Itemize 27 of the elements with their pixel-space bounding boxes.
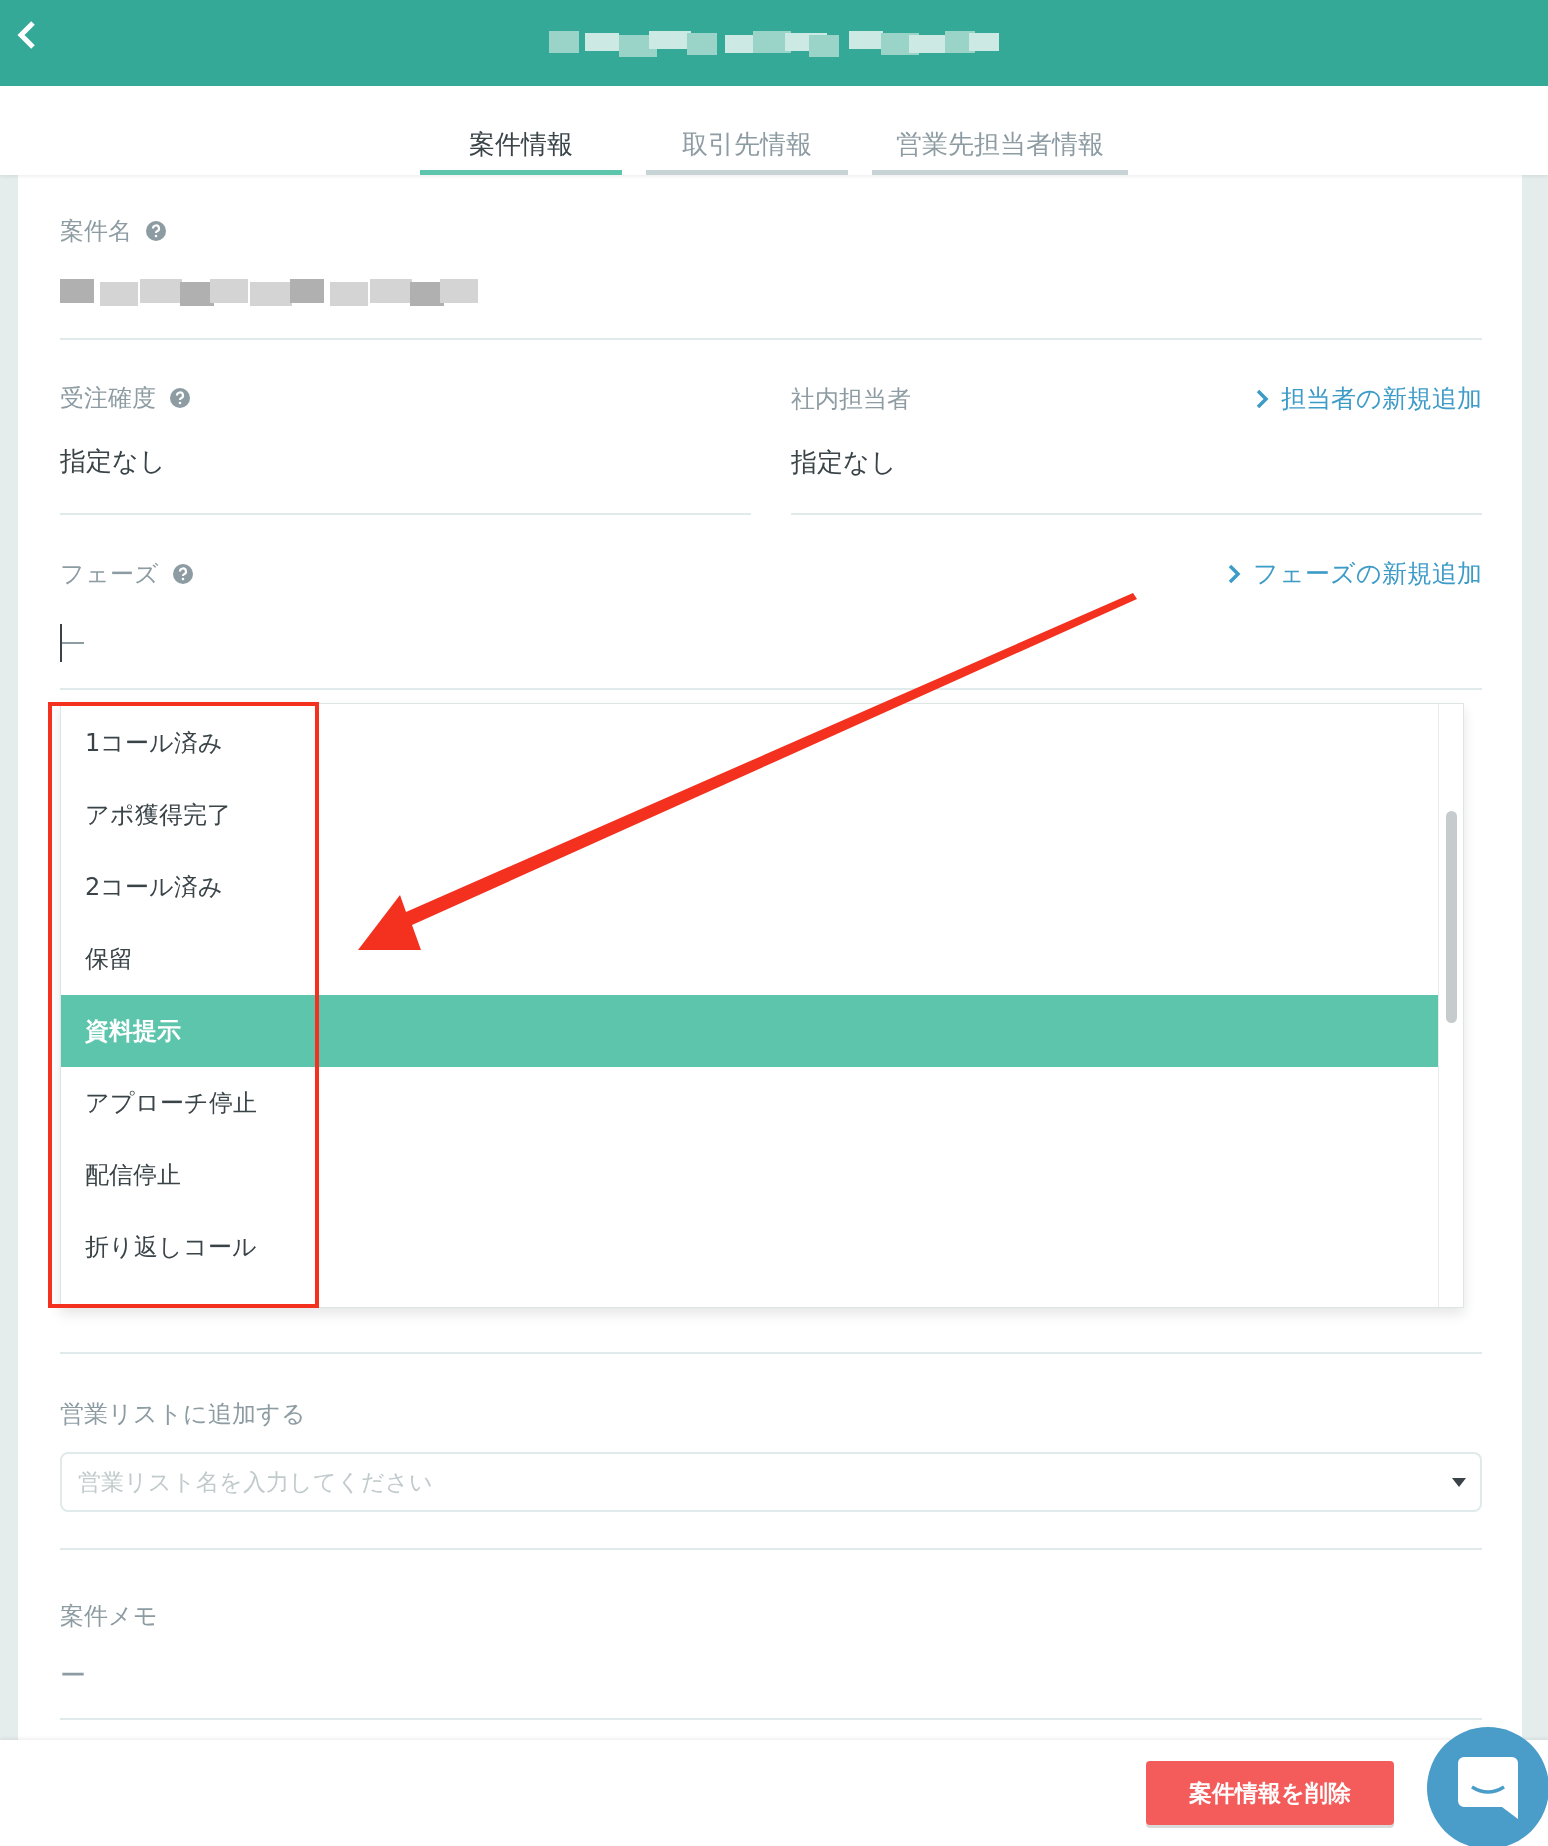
back-icon[interactable] (16, 20, 38, 50)
field-label: 社内担当者 (791, 383, 911, 415)
field-label: 案件名 (60, 216, 132, 247)
dropdown-option[interactable]: 2コール済み (61, 851, 1438, 923)
dropdown-option[interactable]: アポ獲得完了 (61, 779, 1438, 851)
field-label: 営業リストに追加する (60, 1399, 307, 1430)
dash-icon (62, 641, 84, 645)
field-label: 案件メモ (60, 1601, 159, 1632)
dropdown-option[interactable]: 配信停止 (61, 1139, 1438, 1211)
dropdown-option[interactable]: アプローチ停止 (61, 1067, 1438, 1139)
sales-list-field[interactable]: 営業リスト名を入力してください (60, 1452, 1482, 1512)
field-value[interactable]: 指定なし (791, 445, 1482, 480)
field-value[interactable]: 指定なし (60, 444, 751, 479)
field-label: フェーズ (60, 558, 159, 590)
help-icon[interactable] (173, 563, 193, 584)
dropdown-option[interactable]: 1コール済み (61, 707, 1438, 779)
caret-icon[interactable] (1452, 1478, 1466, 1487)
dropdown-option[interactable]: 折り返しコール (61, 1211, 1438, 1283)
text-cursor (60, 624, 62, 662)
scrollbar-thumb[interactable] (1446, 811, 1457, 1023)
help-icon[interactable] (170, 388, 190, 408)
chevron-right-icon (1255, 388, 1269, 409)
help-icon[interactable] (146, 221, 166, 241)
chevron-right-icon (1227, 563, 1241, 584)
dropdown-option[interactable]: 保留 (61, 923, 1438, 995)
field-label: 受注確度 (60, 383, 156, 414)
chat-icon (1458, 1757, 1518, 1819)
